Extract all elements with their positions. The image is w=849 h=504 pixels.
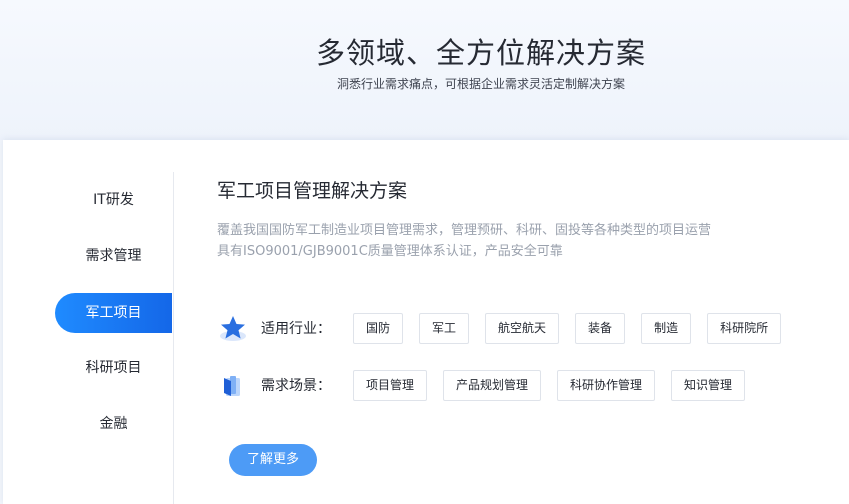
scenario-tag[interactable]: 项目管理	[353, 369, 428, 401]
book-icon	[224, 376, 240, 396]
sidebar-item-requirements[interactable]: 需求管理	[55, 236, 172, 276]
industry-tag[interactable]: 航空航天	[485, 312, 560, 344]
solution-description: 覆盖我国国防军工制造业项目管理需求，管理预研、科研、固投等各种类型的项目运营 具…	[217, 220, 777, 262]
industry-tag[interactable]: 制造	[641, 312, 692, 344]
solutions-panel: IT研发 需求管理 军工项目 科研项目 金融 军工项目管理解决方案 覆盖我国国防…	[3, 140, 849, 504]
hero-title: 多领域、全方位解决方案	[315, 36, 646, 70]
industry-tag[interactable]: 装备	[575, 312, 626, 344]
industries-row: 适用行业： 国防 军工 航空航天 装备 制造 科研院所	[217, 312, 797, 344]
hero-subtitle: 洞悉行业需求痛点，可根据企业需求灵活定制解决方案	[336, 77, 625, 91]
sidebar-item-research-projects[interactable]: 科研项目	[55, 348, 172, 388]
sidebar-divider	[173, 172, 174, 504]
solution-description-line: 覆盖我国国防军工制造业项目管理需求，管理预研、科研、固投等各种类型的项目运营	[217, 223, 712, 238]
sidebar-item-military-projects[interactable]: 军工项目	[55, 293, 172, 333]
sidebar-item-finance[interactable]: 金融	[55, 404, 172, 444]
learn-more-button[interactable]: 了解更多	[229, 444, 317, 476]
scenario-tag[interactable]: 知识管理	[671, 369, 746, 401]
industry-tag[interactable]: 科研院所	[707, 312, 782, 344]
scenario-tag[interactable]: 科研协作管理	[557, 369, 656, 401]
industries-label: 适用行业：	[261, 321, 331, 337]
scenario-tag[interactable]: 产品规划管理	[443, 369, 542, 401]
hero-banner: 多领域、全方位解决方案 洞悉行业需求痛点，可根据企业需求灵活定制解决方案	[0, 0, 849, 140]
industry-tag[interactable]: 军工	[419, 312, 470, 344]
solution-title: 军工项目管理解决方案	[217, 180, 408, 202]
star-icon	[220, 316, 246, 341]
solution-description-line: 具有ISO9001/GJB9001C质量管理体系认证，产品安全可靠	[217, 244, 563, 259]
sidebar-item-it-rd[interactable]: IT研发	[55, 180, 172, 220]
industry-tag[interactable]: 国防	[353, 312, 404, 344]
scenarios-row: 需求场景： 项目管理 产品规划管理 科研协作管理 知识管理	[217, 369, 761, 401]
sidebar: IT研发 需求管理 军工项目 科研项目 金融	[3, 170, 173, 504]
scenarios-label: 需求场景：	[261, 378, 331, 394]
